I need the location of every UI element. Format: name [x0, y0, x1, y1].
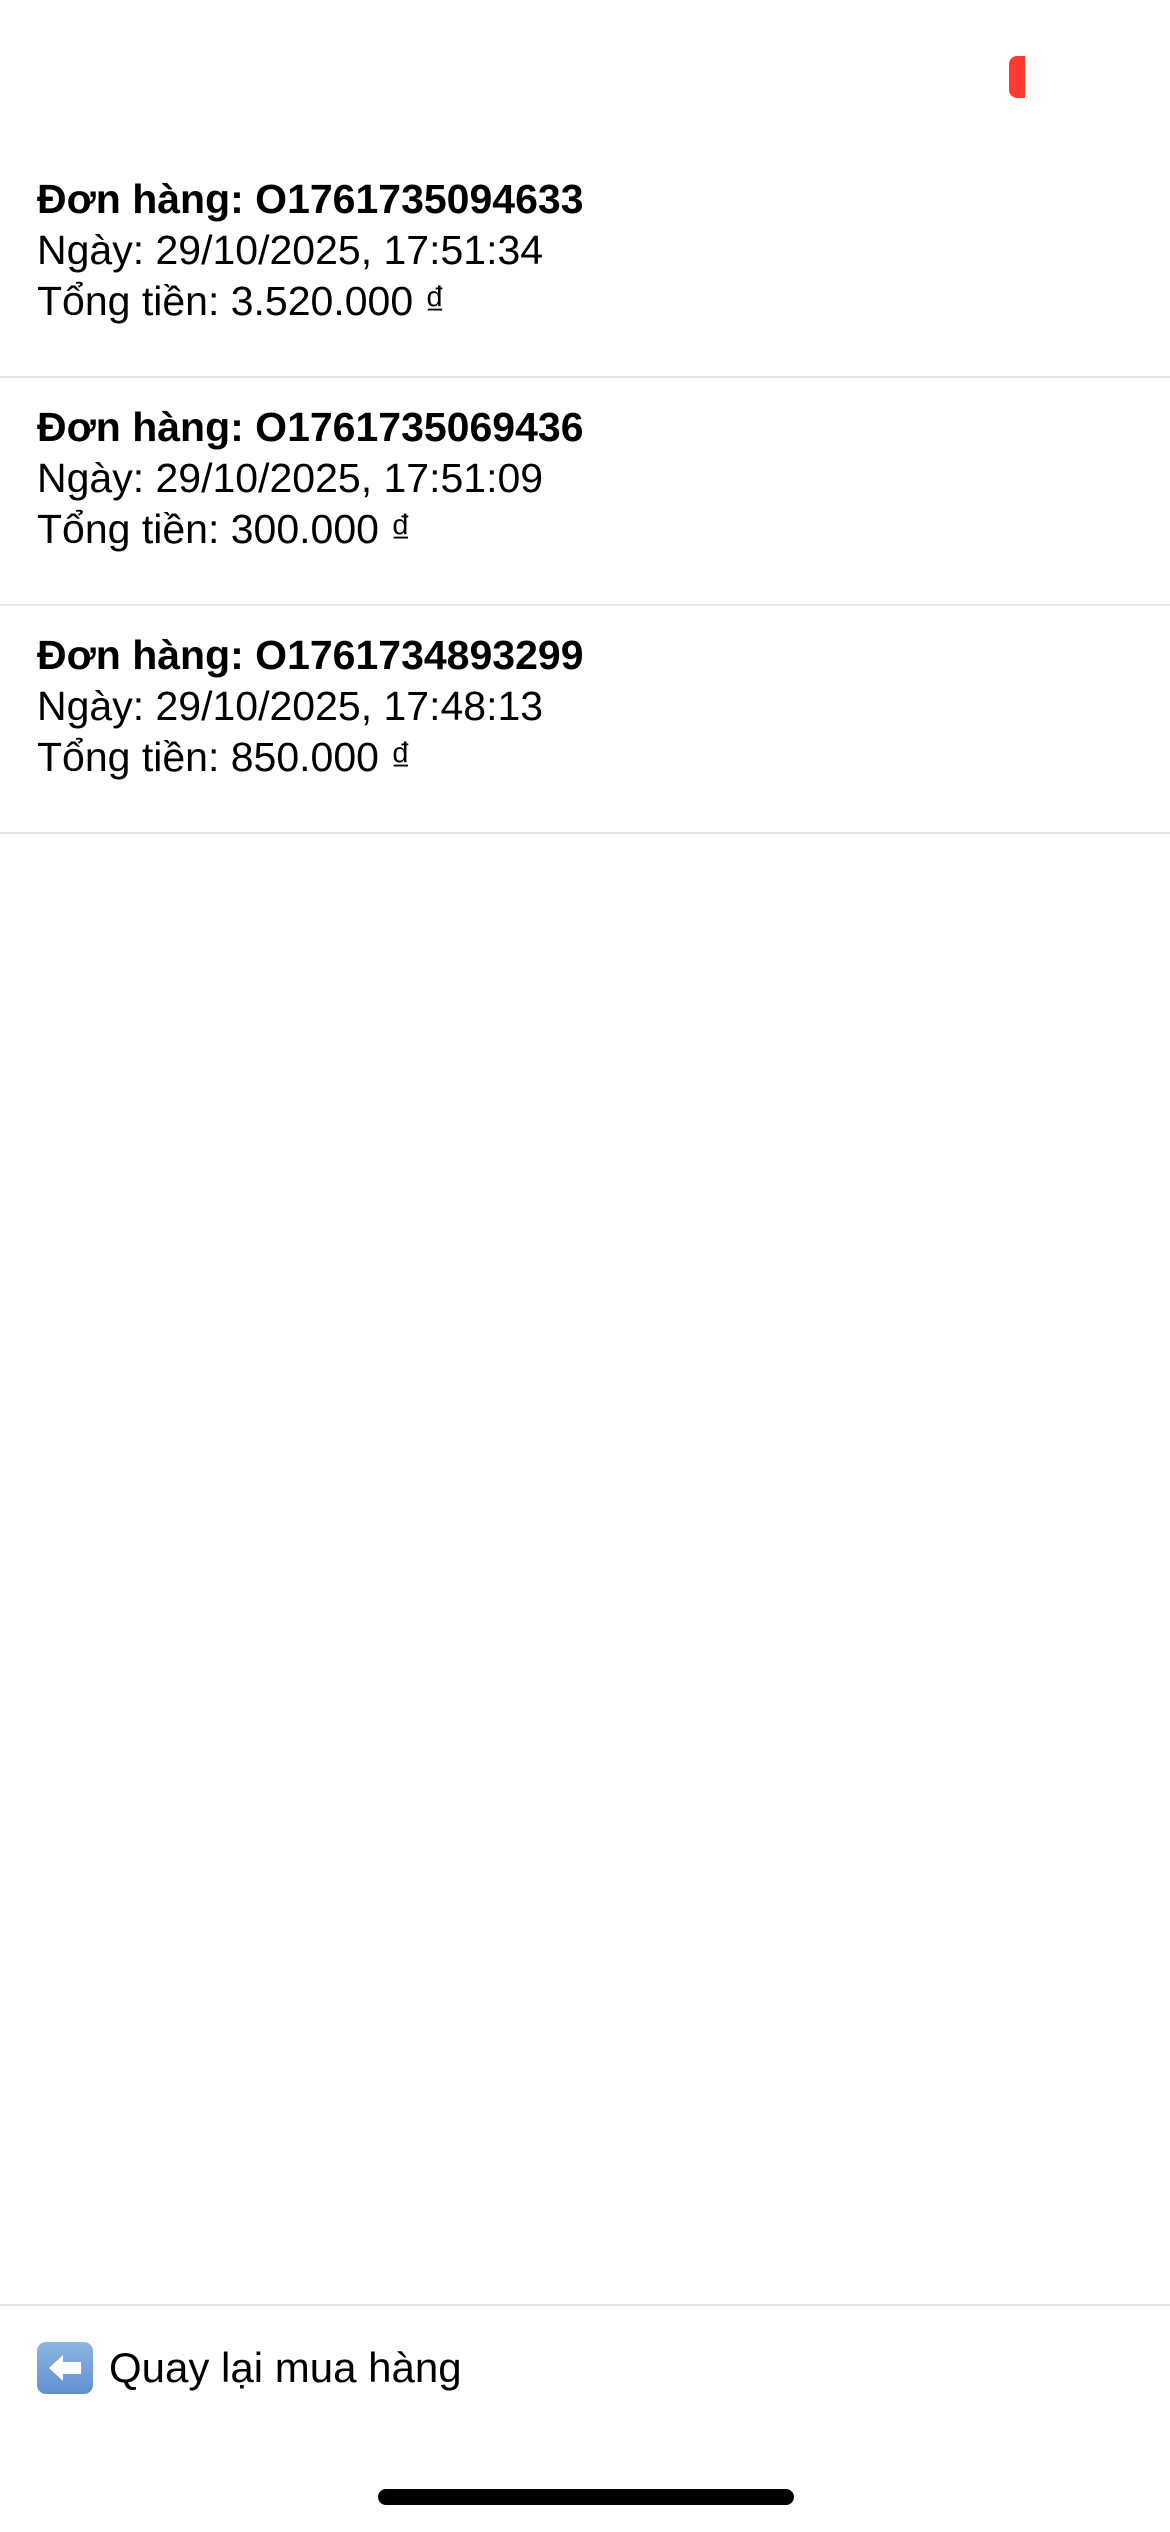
order-total: Tổng tiền: 300.000 ₫ — [37, 506, 412, 552]
order-id: Đơn hàng: O1761735094633 — [37, 176, 584, 222]
left-arrow-icon — [37, 2342, 93, 2394]
back-button-label: Quay lại mua hàng — [109, 2344, 462, 2391]
order-list: Đơn hàng: O1761735094633 Ngày: 29/10/202… — [0, 150, 1170, 834]
order-id: Đơn hàng: O1761735069436 — [37, 404, 584, 450]
order-total: Tổng tiền: 850.000 ₫ — [37, 734, 412, 780]
order-history-screen: Đơn hàng: O1761735094633 Ngày: 29/10/202… — [0, 0, 1170, 2532]
home-indicator[interactable] — [378, 2489, 794, 2505]
order-item[interactable]: Đơn hàng: O1761734893299 Ngày: 29/10/202… — [0, 606, 1170, 834]
order-date: Ngày: 29/10/2025, 17:48:13 — [37, 683, 544, 729]
order-date: Ngày: 29/10/2025, 17:51:09 — [37, 455, 544, 501]
back-to-shop-button[interactable]: Quay lại mua hàng — [37, 2342, 462, 2394]
order-total: Tổng tiền: 3.520.000 ₫ — [37, 278, 446, 324]
recording-indicator — [1009, 56, 1025, 98]
order-id: Đơn hàng: O1761734893299 — [37, 632, 584, 678]
order-item[interactable]: Đơn hàng: O1761735069436 Ngày: 29/10/202… — [0, 378, 1170, 606]
order-date: Ngày: 29/10/2025, 17:51:34 — [37, 227, 544, 273]
order-item[interactable]: Đơn hàng: O1761735094633 Ngày: 29/10/202… — [0, 150, 1170, 378]
left-arrow-glyph — [49, 2355, 81, 2381]
